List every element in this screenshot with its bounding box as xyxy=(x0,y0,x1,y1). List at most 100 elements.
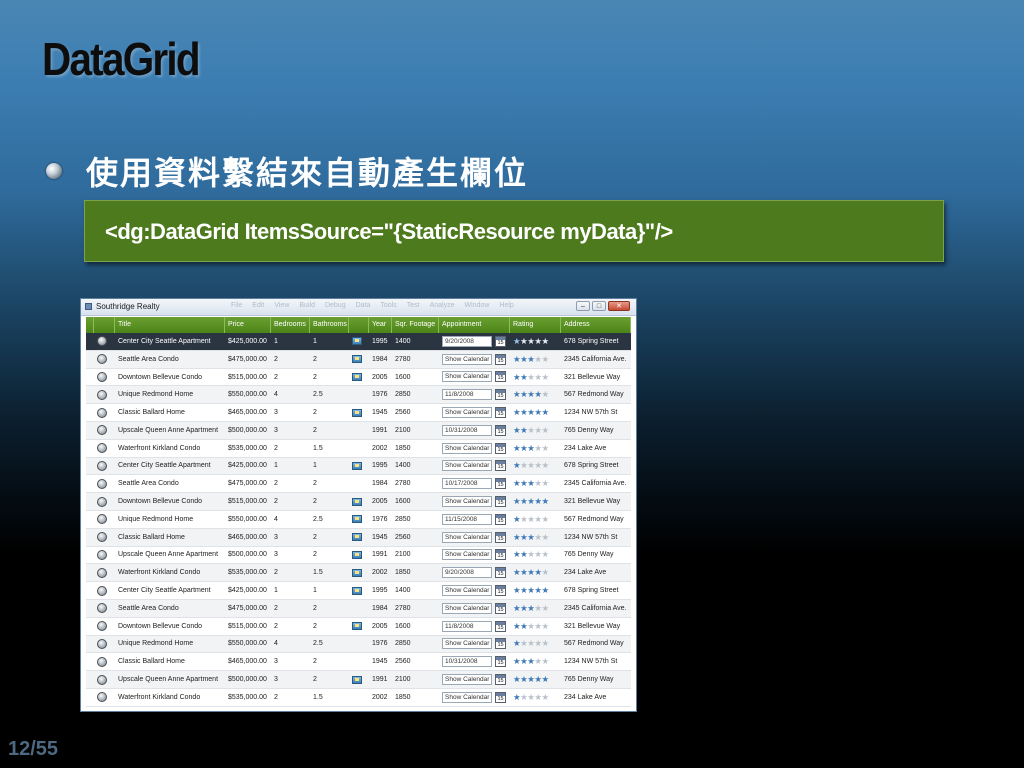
rating-stars[interactable]: ★★★★★ xyxy=(513,547,549,564)
star-empty-icon[interactable]: ★ xyxy=(542,443,550,453)
cell-title[interactable]: Waterfront Kirkland Condo xyxy=(115,564,225,581)
cell-year[interactable]: 1991 xyxy=(369,671,392,688)
star-empty-icon[interactable]: ★ xyxy=(534,692,542,702)
rating-stars[interactable]: ★★★★★ xyxy=(513,529,549,546)
table-row[interactable]: Downtown Bellevue Condo $515,000.00 2 2 2005… xyxy=(86,369,631,387)
cell-rating[interactable]: ★★★★★ xyxy=(510,386,561,403)
cell-year[interactable]: 2002 xyxy=(369,564,392,581)
column-header-flag[interactable] xyxy=(349,317,369,333)
table-row[interactable]: Waterfront Kirkland Condo $535,000.00 2 1.5… xyxy=(86,564,631,583)
cell-price[interactable]: $465,000.00 xyxy=(225,529,271,546)
star-empty-icon[interactable]: ★ xyxy=(542,603,550,613)
rating-stars[interactable]: ★★★★★ xyxy=(513,511,549,528)
cell-year[interactable]: 2005 xyxy=(369,618,392,635)
cell-year[interactable]: 2002 xyxy=(369,689,392,706)
table-row[interactable]: Unique Redmond Home $550,000.00 4 2.5 1976 28… xyxy=(86,386,631,405)
rating-stars[interactable]: ★★★★★ xyxy=(513,689,549,706)
row-header[interactable] xyxy=(86,422,94,439)
cell-bathrooms[interactable]: 2 xyxy=(310,600,349,617)
star-empty-icon[interactable]: ★ xyxy=(534,425,542,435)
cell-rating[interactable]: ★★★★★ xyxy=(510,351,561,368)
cell-year[interactable]: 1995 xyxy=(369,333,392,350)
cell-bathrooms[interactable]: 2 xyxy=(310,369,349,386)
cell-sqr-footage[interactable]: 1850 xyxy=(392,689,439,706)
appointment-field[interactable]: 11/8/2008 xyxy=(442,620,492,632)
cell-rating[interactable]: ★★★★★ xyxy=(510,564,561,581)
star-empty-icon[interactable]: ★ xyxy=(542,354,550,364)
column-header-year[interactable]: Year xyxy=(369,317,392,333)
cell-year[interactable]: 1991 xyxy=(369,547,392,564)
cell-bathrooms[interactable]: 1 xyxy=(310,333,349,350)
appointment-field[interactable]: Show Calendar xyxy=(442,691,492,703)
cell-address[interactable]: 567 Redmond Way xyxy=(561,511,631,528)
cell-title[interactable]: Unique Redmond Home xyxy=(115,386,225,403)
rating-stars[interactable]: ★★★★★ xyxy=(513,671,549,688)
cell-bathrooms[interactable]: 2 xyxy=(310,653,349,670)
star-empty-icon[interactable]: ★ xyxy=(542,656,550,666)
cell-title[interactable]: Classic Ballard Home xyxy=(115,529,225,546)
calendar-icon[interactable]: 15 xyxy=(495,424,506,436)
cell-rating[interactable]: ★★★★★ xyxy=(510,582,561,599)
appointment-field[interactable]: Show Calendar xyxy=(442,674,492,686)
cell-title[interactable]: Unique Redmond Home xyxy=(115,511,225,528)
star-empty-icon[interactable]: ★ xyxy=(542,567,550,577)
row-header[interactable] xyxy=(86,636,94,653)
cell-year[interactable]: 1945 xyxy=(369,653,392,670)
row-header[interactable] xyxy=(86,458,94,475)
row-header[interactable] xyxy=(86,582,94,599)
column-header-select-all[interactable] xyxy=(86,317,94,333)
cell-bathrooms[interactable]: 2.5 xyxy=(310,511,349,528)
cell-year[interactable]: 1945 xyxy=(369,529,392,546)
cell-sqr-footage[interactable]: 2850 xyxy=(392,386,439,403)
appointment-field[interactable]: 10/31/2008 xyxy=(442,424,492,436)
cell-bedrooms[interactable]: 2 xyxy=(271,618,310,635)
cell-title[interactable]: Classic Ballard Home xyxy=(115,404,225,421)
cell-bathrooms[interactable]: 2 xyxy=(310,618,349,635)
row-header[interactable] xyxy=(86,404,94,421)
cell-sqr-footage[interactable]: 1400 xyxy=(392,333,439,350)
column-header-icon[interactable] xyxy=(94,317,115,333)
cell-address[interactable]: 678 Spring Street xyxy=(561,458,631,475)
appointment-field[interactable]: Show Calendar xyxy=(442,585,492,597)
star-empty-icon[interactable]: ★ xyxy=(534,532,542,542)
star-empty-icon[interactable]: ★ xyxy=(534,549,542,559)
cell-price[interactable]: $535,000.00 xyxy=(225,440,271,457)
column-header-bathrooms[interactable]: Bathrooms xyxy=(310,317,349,333)
table-row[interactable]: Upscale Queen Anne Apartment $500,000.00 3… xyxy=(86,421,631,440)
cell-year[interactable]: 1976 xyxy=(369,386,392,403)
cell-bedrooms[interactable]: 2 xyxy=(271,600,310,617)
cell-price[interactable]: $465,000.00 xyxy=(225,653,271,670)
appointment-field[interactable]: 10/17/2008 xyxy=(442,478,492,490)
cell-title[interactable]: Waterfront Kirkland Condo xyxy=(115,689,225,706)
cell-bedrooms[interactable]: 2 xyxy=(271,689,310,706)
rating-stars[interactable]: ★★★★★ xyxy=(513,564,549,581)
cell-bathrooms[interactable]: 2 xyxy=(310,351,349,368)
cell-title[interactable]: Upscale Queen Anne Apartment xyxy=(115,422,225,439)
row-header[interactable] xyxy=(86,600,94,617)
table-row[interactable]: Seattle Area Condo $475,000.00 2 2 1984 2780 S… xyxy=(86,350,631,369)
cell-sqr-footage[interactable]: 2780 xyxy=(392,600,439,617)
calendar-icon[interactable]: 15 xyxy=(495,638,506,650)
table-row[interactable]: Center City Seattle Apartment $425,000.00… xyxy=(86,582,631,600)
cell-sqr-footage[interactable]: 1600 xyxy=(392,618,439,635)
cell-year[interactable]: 2002 xyxy=(369,440,392,457)
cell-year[interactable]: 1995 xyxy=(369,458,392,475)
calendar-icon[interactable]: 15 xyxy=(495,656,506,668)
star-empty-icon[interactable]: ★ xyxy=(542,425,550,435)
cell-rating[interactable]: ★★★★★ xyxy=(510,440,561,457)
star-empty-icon[interactable]: ★ xyxy=(534,514,542,524)
cell-rating[interactable]: ★★★★★ xyxy=(510,671,561,688)
column-header-address[interactable]: Address xyxy=(561,317,631,333)
cell-price[interactable]: $465,000.00 xyxy=(225,404,271,421)
star-empty-icon[interactable]: ★ xyxy=(534,443,542,453)
appointment-field[interactable]: Show Calendar xyxy=(442,407,492,419)
cell-address[interactable]: 321 Bellevue Way xyxy=(561,493,631,510)
cell-title[interactable]: Center City Seattle Apartment xyxy=(115,458,225,475)
cell-year[interactable]: 2005 xyxy=(369,493,392,510)
row-header[interactable] xyxy=(86,333,94,350)
star-empty-icon[interactable]: ★ xyxy=(542,514,550,524)
cell-bathrooms[interactable]: 1.5 xyxy=(310,689,349,706)
cell-title[interactable]: Waterfront Kirkland Condo xyxy=(115,440,225,457)
row-header[interactable] xyxy=(86,475,94,492)
cell-price[interactable]: $515,000.00 xyxy=(225,618,271,635)
